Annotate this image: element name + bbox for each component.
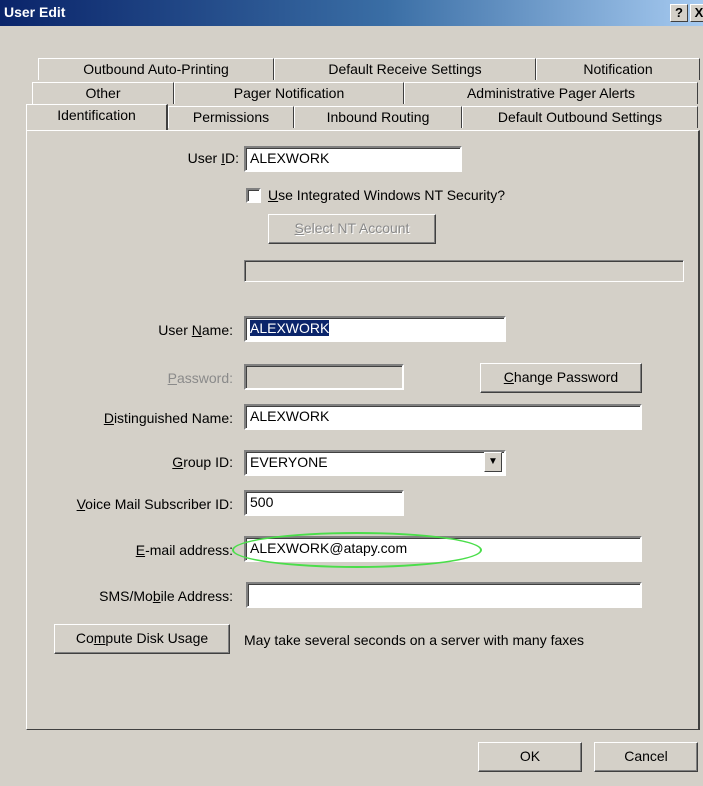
tab-permissions[interactable]: Permissions <box>168 106 294 128</box>
select-nt-account-button: Select NT Account <box>268 214 436 244</box>
help-button[interactable]: ? <box>670 4 688 22</box>
password-label: Password: <box>167 370 233 386</box>
user-id-field[interactable]: ALEXWORK <box>244 146 462 172</box>
user-name-value: ALEXWORK <box>250 320 330 336</box>
close-button[interactable]: X <box>690 4 703 22</box>
tab-pager-notification[interactable]: Pager Notification <box>174 82 404 104</box>
email-field[interactable]: ALEXWORK@atapy.com <box>244 536 642 562</box>
user-id-label: User ID: <box>187 150 239 166</box>
tab-default-outbound-settings[interactable]: Default Outbound Settings <box>462 106 698 128</box>
tab-administrative-pager-alerts[interactable]: Administrative Pager Alerts <box>404 82 698 104</box>
integrated-nt-label[interactable]: Use Integrated Windows NT Security? <box>268 187 505 203</box>
tab-outbound-auto-printing[interactable]: Outbound Auto-Printing <box>38 58 274 80</box>
tab-inbound-routing[interactable]: Inbound Routing <box>294 106 462 128</box>
cancel-button[interactable]: Cancel <box>594 742 698 772</box>
sms-field[interactable] <box>246 582 642 608</box>
tab-default-receive-settings[interactable]: Default Receive Settings <box>274 58 536 80</box>
email-label: E-mail address: <box>135 542 233 558</box>
title-bar: User Edit ? X <box>0 0 703 26</box>
integrated-nt-checkbox[interactable] <box>246 188 261 203</box>
distinguished-name-label: Distinguished Name: <box>103 410 233 426</box>
change-password-button[interactable]: Change Password <box>480 363 642 393</box>
voice-mail-id-label: Voice Mail Subscriber ID: <box>76 496 233 512</box>
group-id-value: EVERYONE <box>250 454 328 470</box>
ok-button[interactable]: OK <box>478 742 582 772</box>
group-id-select[interactable]: EVERYONE <box>244 450 506 476</box>
tab-other[interactable]: Other <box>32 82 174 104</box>
window-title: User Edit <box>4 4 66 20</box>
sms-label: SMS/Mobile Address: <box>99 588 233 604</box>
distinguished-name-field[interactable]: ALEXWORK <box>244 404 642 430</box>
nt-account-display <box>244 260 684 282</box>
voice-mail-id-field[interactable]: 500 <box>244 490 404 516</box>
tab-identification[interactable]: Identification <box>26 104 168 130</box>
tab-notification[interactable]: Notification <box>536 58 700 80</box>
password-field <box>244 364 404 390</box>
chevron-down-icon[interactable]: ▼ <box>484 452 502 472</box>
compute-disk-usage-button[interactable]: Compute Disk Usage <box>54 624 230 654</box>
disk-usage-note: May take several seconds on a server wit… <box>244 632 585 648</box>
user-name-label: User Name: <box>158 322 233 338</box>
group-id-label: Group ID: <box>172 454 233 470</box>
user-name-field[interactable]: ALEXWORK <box>244 316 506 342</box>
